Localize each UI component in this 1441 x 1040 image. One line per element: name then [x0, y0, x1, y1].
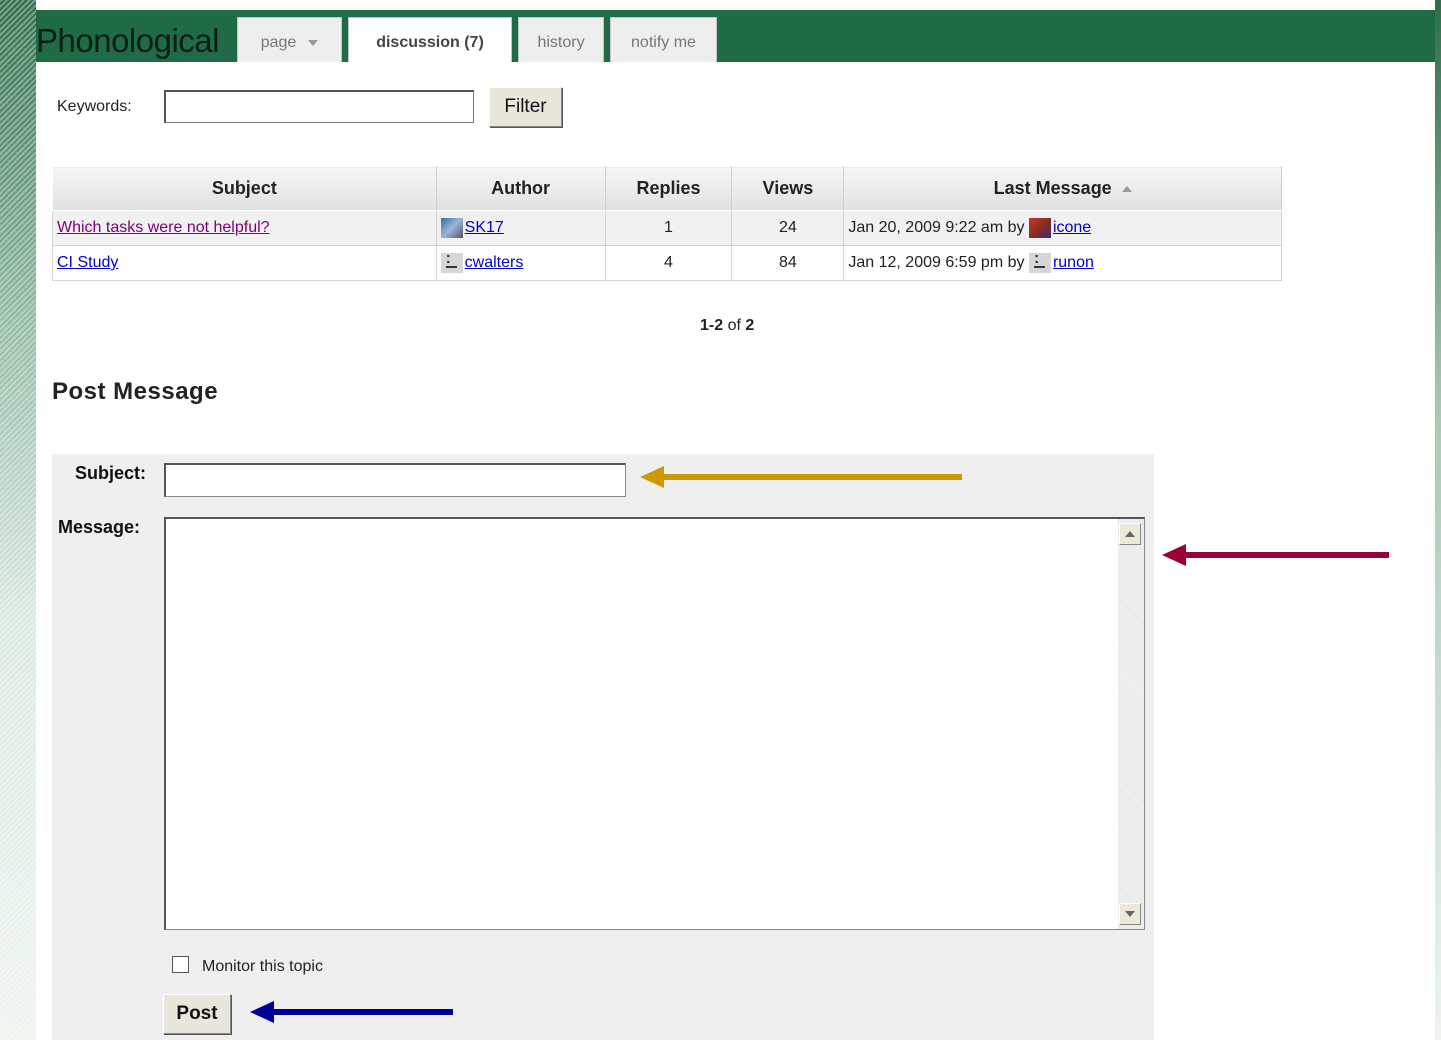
col-header-last-message-label: Last Message: [993, 178, 1112, 198]
message-textarea[interactable]: [164, 517, 1145, 930]
left-decorative-border: [0, 0, 36, 1040]
filter-button[interactable]: Filter: [489, 87, 562, 127]
col-header-author[interactable]: Author: [435, 166, 606, 211]
tab-page[interactable]: page: [237, 17, 342, 62]
pagination-summary: 1-2 of 2: [700, 317, 754, 335]
tab-history-label: history: [537, 34, 585, 51]
sort-ascending-icon: [1121, 186, 1132, 193]
right-decorative-border: [1435, 0, 1441, 1040]
views-count: 24: [731, 210, 845, 246]
pager-to: 2: [714, 317, 724, 334]
tab-notify-me[interactable]: notify me: [610, 17, 717, 62]
pager-from: 1: [700, 317, 709, 334]
topic-link[interactable]: CI Study: [57, 254, 118, 271]
table-row: Which tasks were not helpful? SK17 1 24 …: [52, 210, 1282, 246]
topics-table: Subject Author Replies Views Last Messag…: [52, 166, 1282, 281]
replies-count: 4: [604, 245, 733, 281]
tab-discussion[interactable]: discussion (7): [348, 17, 512, 62]
tab-page-label: page: [260, 34, 297, 51]
message-scrollbar[interactable]: [1118, 519, 1144, 929]
chevron-down-icon: [308, 39, 319, 46]
table-row: CI Study cwalters 4 84 Jan 12, 2009 6:59…: [52, 245, 1282, 281]
views-count: 84: [731, 245, 845, 281]
col-header-replies[interactable]: Replies: [604, 166, 733, 211]
pager-total: 2: [745, 317, 755, 334]
avatar-icon: [440, 250, 463, 273]
author-link[interactable]: cwalters: [465, 254, 524, 271]
table-header-row: Subject Author Replies Views Last Messag…: [52, 166, 1282, 211]
tab-history[interactable]: history: [518, 17, 604, 62]
author-link[interactable]: SK17: [465, 219, 504, 236]
monitor-topic-checkbox[interactable]: [172, 956, 189, 973]
pager-of: of: [723, 317, 746, 334]
last-author-link[interactable]: runon: [1053, 254, 1094, 271]
replies-count: 1: [604, 210, 733, 246]
col-header-views[interactable]: Views: [731, 166, 845, 211]
avatar-icon: [1028, 250, 1051, 273]
keywords-label: Keywords:: [57, 98, 132, 115]
annotation-arrow-message-icon: [1162, 544, 1389, 566]
col-header-subject[interactable]: Subject: [52, 166, 437, 211]
last-author-link[interactable]: icone: [1053, 219, 1091, 236]
scroll-up-icon[interactable]: [1119, 523, 1141, 545]
last-message-date: Jan 12, 2009 6:59 pm by: [848, 254, 1025, 272]
col-header-last-message[interactable]: Last Message: [843, 166, 1282, 211]
post-button[interactable]: Post: [163, 994, 231, 1034]
scroll-down-icon[interactable]: [1119, 903, 1141, 925]
topic-link[interactable]: Which tasks were not helpful?: [57, 219, 270, 236]
monitor-topic-label: Monitor this topic: [202, 958, 323, 975]
header-bar: Phonological page discussion (7) history…: [36, 10, 1435, 62]
last-message-date: Jan 20, 2009 9:22 am by: [848, 219, 1025, 237]
avatar-icon: [1028, 218, 1051, 238]
subject-input[interactable]: [164, 463, 626, 497]
keywords-input[interactable]: [164, 90, 474, 123]
post-message-heading: Post Message: [52, 378, 219, 405]
annotation-arrow-subject-icon: [640, 466, 962, 488]
avatar-icon: [440, 218, 463, 238]
annotation-arrow-post-icon: [250, 1001, 453, 1023]
tab-notify-me-label: notify me: [631, 34, 696, 51]
message-label: Message:: [58, 517, 141, 537]
tab-discussion-label: discussion (7): [376, 34, 484, 51]
site-title: Phonological: [36, 22, 219, 59]
subject-label: Subject:: [75, 463, 147, 483]
